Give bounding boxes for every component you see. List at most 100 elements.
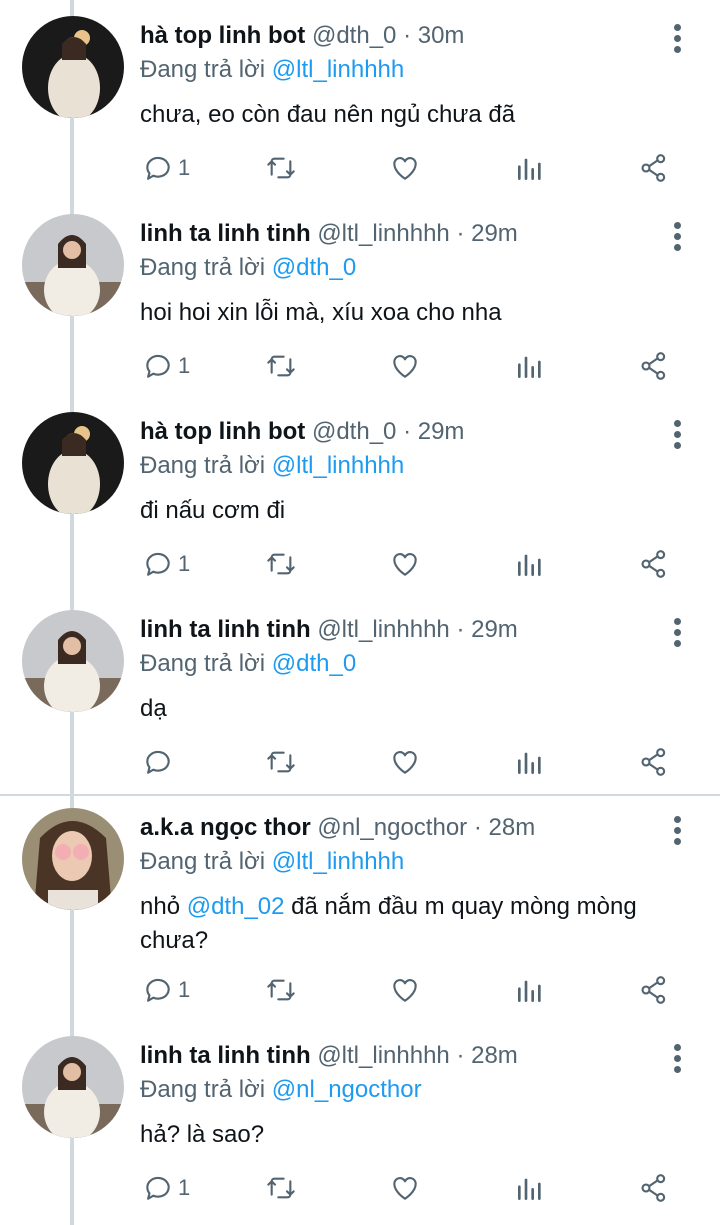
display-name[interactable]: a.k.a ngọc thor: [140, 814, 311, 841]
reply-to-mention[interactable]: @nl_ngocthor: [272, 1076, 422, 1103]
tweet-text: hoi hoi xin lỗi mà, xíu xoa cho nha: [140, 296, 680, 330]
tweet[interactable]: linh ta linh tinh @ltl_linhhhh · 28m Đan…: [0, 1020, 720, 1218]
tweet-text-part: hoi hoi xin lỗi mà, xíu xoa cho nha: [140, 299, 502, 326]
analytics-button[interactable]: [514, 346, 546, 386]
display-name[interactable]: hà top linh bot: [140, 418, 305, 445]
avatar[interactable]: [22, 16, 124, 118]
reply-button[interactable]: 1: [142, 148, 190, 188]
more-icon[interactable]: [666, 418, 690, 450]
tweet[interactable]: hà top linh bot @dth_0 · 29m Đang trả lờ…: [0, 396, 720, 594]
reply-context: Đang trả lời @dth_0: [140, 650, 356, 678]
share-button[interactable]: [638, 970, 670, 1010]
tweet-text: dạ: [140, 692, 680, 726]
retweet-icon: [267, 1177, 295, 1199]
share-button[interactable]: [638, 544, 670, 584]
retweet-button[interactable]: [264, 544, 298, 584]
display-name[interactable]: linh ta linh tinh: [140, 220, 311, 247]
more-icon[interactable]: [666, 220, 690, 252]
username[interactable]: @ltl_linhhhh: [317, 1042, 449, 1069]
share-icon: [641, 1174, 666, 1202]
retweet-button[interactable]: [264, 148, 298, 188]
share-button[interactable]: [638, 346, 670, 386]
like-icon: [393, 1177, 417, 1200]
username[interactable]: @dth_0: [312, 22, 396, 49]
reply-to-mention[interactable]: @ltl_linhhhh: [272, 848, 404, 875]
like-button[interactable]: [388, 970, 422, 1010]
display-name[interactable]: linh ta linh tinh: [140, 616, 311, 643]
timestamp[interactable]: 28m: [489, 814, 536, 841]
tweet-header: linh ta linh tinh @ltl_linhhhh · 29m: [140, 616, 518, 644]
username[interactable]: @dth_0: [312, 418, 396, 445]
timestamp[interactable]: 30m: [418, 22, 465, 49]
retweet-button[interactable]: [264, 742, 298, 782]
tweet[interactable]: linh ta linh tinh @ltl_linhhhh · 29m Đan…: [0, 198, 720, 396]
action-bar: 1: [0, 1168, 720, 1208]
tweet-header: hà top linh bot @dth_0 · 29m: [140, 418, 464, 446]
like-icon: [393, 979, 417, 1002]
reply-to-mention[interactable]: @ltl_linhhhh: [272, 452, 404, 479]
reply-prefix: Đang trả lời: [140, 56, 266, 83]
reply-to-mention[interactable]: @dth_0: [272, 650, 356, 677]
analytics-button[interactable]: [514, 1168, 546, 1208]
reply-to-mention[interactable]: @ltl_linhhhh: [272, 56, 404, 83]
retweet-icon: [267, 355, 295, 377]
like-icon: [393, 751, 417, 774]
like-button[interactable]: [388, 148, 422, 188]
reply-icon: [146, 552, 170, 576]
reply-button[interactable]: 1: [142, 544, 190, 584]
retweet-button[interactable]: [264, 970, 298, 1010]
more-icon[interactable]: [666, 1042, 690, 1074]
avatar[interactable]: [22, 808, 124, 910]
tweet[interactable]: a.k.a ngọc thor @nl_ngocthor · 28m Đang …: [0, 792, 720, 1018]
avatar[interactable]: [22, 412, 124, 514]
avatar[interactable]: [22, 1036, 124, 1138]
reply-button[interactable]: 1: [142, 1168, 190, 1208]
tweet-header: linh ta linh tinh @ltl_linhhhh · 28m: [140, 1042, 518, 1070]
more-icon[interactable]: [666, 22, 690, 54]
timestamp[interactable]: 29m: [418, 418, 465, 445]
tweet-mention[interactable]: @dth_02: [187, 893, 285, 920]
retweet-icon: [267, 157, 295, 179]
like-button[interactable]: [388, 346, 422, 386]
more-icon[interactable]: [666, 814, 690, 846]
reply-prefix: Đang trả lời: [140, 452, 266, 479]
reply-button[interactable]: [142, 742, 178, 782]
share-button[interactable]: [638, 148, 670, 188]
analytics-icon: [518, 980, 541, 1002]
more-icon[interactable]: [666, 616, 690, 648]
analytics-button[interactable]: [514, 148, 546, 188]
tweet-header: a.k.a ngọc thor @nl_ngocthor · 28m: [140, 814, 535, 842]
like-button[interactable]: [388, 742, 422, 782]
avatar[interactable]: [22, 214, 124, 316]
analytics-button[interactable]: [514, 742, 546, 782]
display-name[interactable]: linh ta linh tinh: [140, 1042, 311, 1069]
username[interactable]: @ltl_linhhhh: [317, 220, 449, 247]
timestamp[interactable]: 29m: [471, 616, 518, 643]
tweet-text-part: hả? là sao?: [140, 1121, 265, 1148]
retweet-button[interactable]: [264, 346, 298, 386]
reply-count: 1: [178, 353, 191, 378]
like-button[interactable]: [388, 544, 422, 584]
reply-prefix: Đang trả lời: [140, 1076, 266, 1103]
username[interactable]: @nl_ngocthor: [317, 814, 467, 841]
display-name[interactable]: hà top linh bot: [140, 22, 305, 49]
like-button[interactable]: [388, 1168, 422, 1208]
reply-to-mention[interactable]: @dth_0: [272, 254, 356, 281]
tweet-header: linh ta linh tinh @ltl_linhhhh · 29m: [140, 220, 518, 248]
dot-separator: ·: [403, 22, 412, 49]
timestamp[interactable]: 28m: [471, 1042, 518, 1069]
tweet[interactable]: hà top linh bot @dth_0 · 30m Đang trả lờ…: [0, 0, 720, 198]
timestamp[interactable]: 29m: [471, 220, 518, 247]
avatar[interactable]: [22, 610, 124, 712]
analytics-button[interactable]: [514, 544, 546, 584]
share-button[interactable]: [638, 742, 670, 782]
tweet-text-part: đi nấu cơm đi: [140, 497, 286, 524]
reply-button[interactable]: 1: [142, 970, 190, 1010]
tweet[interactable]: linh ta linh tinh @ltl_linhhhh · 29m Đan…: [0, 594, 720, 792]
username[interactable]: @ltl_linhhhh: [317, 616, 449, 643]
reply-button[interactable]: 1: [142, 346, 190, 386]
analytics-button[interactable]: [514, 970, 546, 1010]
share-button[interactable]: [638, 1168, 670, 1208]
retweet-button[interactable]: [264, 1168, 298, 1208]
reply-prefix: Đang trả lời: [140, 254, 266, 281]
